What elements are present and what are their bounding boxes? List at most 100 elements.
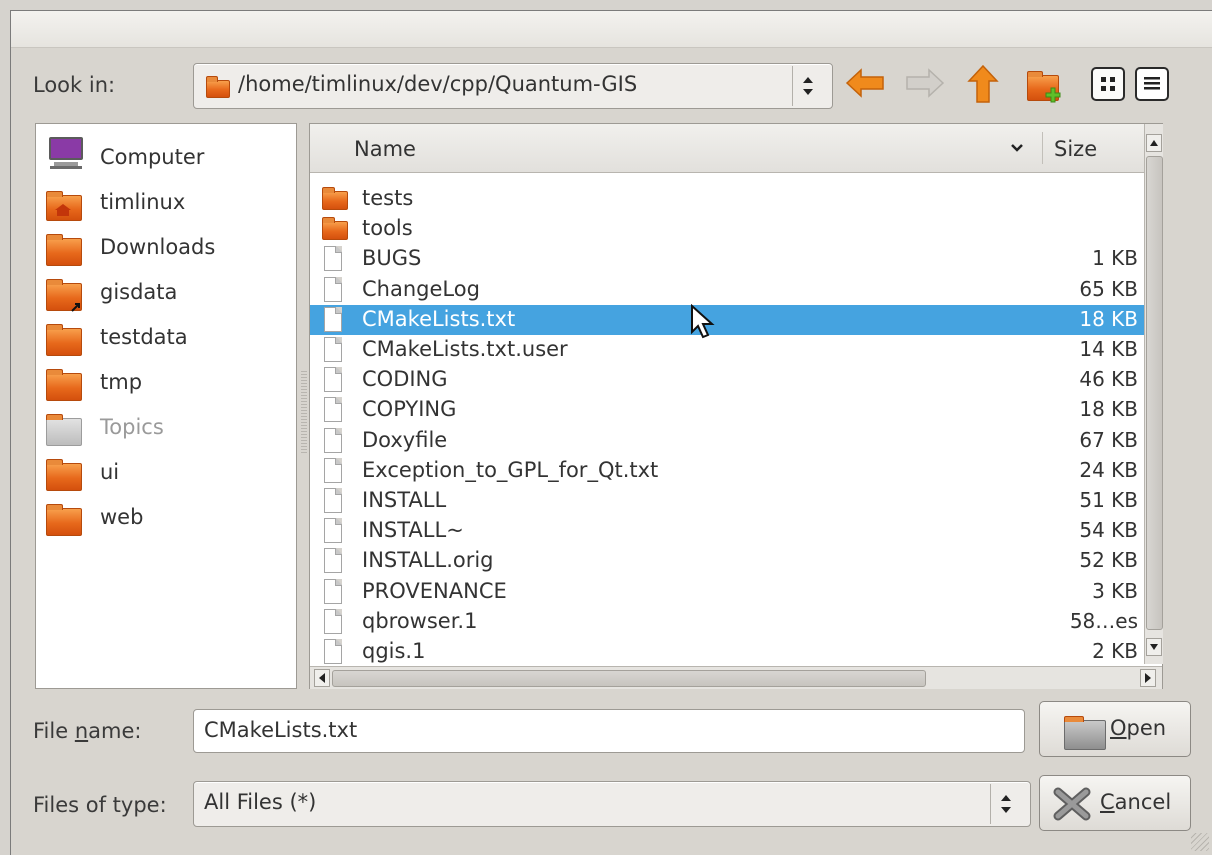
file-name: BUGS bbox=[362, 246, 422, 271]
table-row[interactable]: Exception_to_GPL_for_Qt.txt 24 KB bbox=[310, 456, 1144, 486]
horizontal-scroll-thumb[interactable] bbox=[332, 670, 926, 687]
file-icon bbox=[324, 608, 342, 634]
table-row[interactable]: tools bbox=[310, 214, 1144, 244]
folder-icon bbox=[46, 324, 82, 356]
chevron-down-icon[interactable] bbox=[1010, 143, 1024, 153]
table-row[interactable]: tests bbox=[310, 184, 1144, 214]
splitter-handle[interactable] bbox=[301, 371, 307, 453]
cancel-button[interactable]: Cancel bbox=[1039, 775, 1191, 831]
table-row[interactable]: CODING 46 KB bbox=[310, 365, 1144, 395]
sidebar-item-label: timlinux bbox=[100, 190, 186, 214]
scroll-left-button[interactable] bbox=[314, 669, 330, 687]
sidebar-item-ui[interactable]: ui bbox=[36, 449, 294, 493]
folder-icon bbox=[322, 217, 348, 241]
table-row[interactable]: ChangeLog 65 KB bbox=[310, 275, 1144, 305]
file-name-input[interactable]: CMakeLists.txt bbox=[193, 709, 1025, 753]
column-header-name[interactable]: Name bbox=[354, 137, 416, 161]
file-icon bbox=[324, 246, 342, 272]
file-size: 65 KB bbox=[1079, 276, 1138, 301]
arrow-down-icon bbox=[1001, 807, 1011, 813]
back-button[interactable] bbox=[843, 63, 884, 103]
sidebar-item-topics[interactable]: Topics bbox=[36, 404, 294, 448]
look-in-combo[interactable]: /home/timlinux/dev/cpp/Quantum-GIS bbox=[193, 63, 833, 109]
file-size: 3 KB bbox=[1092, 578, 1138, 603]
mouse-cursor-icon bbox=[691, 304, 715, 339]
file-icon bbox=[324, 367, 342, 393]
horizontal-scrollbar[interactable] bbox=[310, 666, 1162, 689]
arrow-up-icon bbox=[803, 77, 813, 83]
forward-button[interactable] bbox=[903, 63, 945, 103]
file-size: 18 KB bbox=[1079, 306, 1138, 331]
sidebar-item-tmp[interactable]: tmp bbox=[36, 359, 294, 403]
table-row[interactable]: CMakeLists.txt.user 14 KB bbox=[310, 335, 1144, 365]
sidebar-item-timlinux[interactable]: timlinux bbox=[36, 179, 294, 223]
up-arrow-icon bbox=[967, 64, 999, 103]
file-name-value: CMakeLists.txt bbox=[204, 718, 358, 742]
sidebar-item-label: ui bbox=[100, 460, 120, 484]
file-name: CMakeLists.txt bbox=[362, 306, 516, 331]
folder-open-icon bbox=[1064, 716, 1106, 750]
table-row[interactable]: Doxyfile 67 KB bbox=[310, 426, 1144, 456]
table-row[interactable]: COPYING 18 KB bbox=[310, 395, 1144, 425]
file-name: CODING bbox=[362, 367, 448, 392]
link-arrow-icon bbox=[71, 303, 80, 312]
file-icon bbox=[324, 639, 342, 664]
file-size: 54 KB bbox=[1079, 518, 1138, 543]
table-row[interactable]: qgis.1 2 KB bbox=[310, 637, 1144, 667]
column-header-size[interactable]: Size bbox=[1054, 137, 1097, 161]
sidebar-item-computer[interactable]: Computer bbox=[36, 134, 294, 178]
file-name: INSTALL bbox=[362, 488, 447, 512]
scroll-right-button[interactable] bbox=[1140, 669, 1156, 687]
table-row[interactable]: PROVENANCE 3 KB bbox=[310, 577, 1144, 607]
file-name: tools bbox=[362, 216, 413, 241]
sidebar-item-gisdata[interactable]: gisdata bbox=[36, 269, 294, 313]
vertical-scrollbar[interactable] bbox=[1144, 124, 1163, 664]
list-view-button[interactable] bbox=[1091, 67, 1125, 101]
forward-arrow-icon bbox=[906, 68, 945, 98]
vertical-scroll-thumb[interactable] bbox=[1146, 156, 1163, 630]
table-row[interactable]: BUGS 1 KB bbox=[310, 244, 1144, 274]
table-row[interactable]: INSTALL~ 54 KB bbox=[310, 516, 1144, 546]
home-icon bbox=[55, 204, 71, 216]
file-dialog: Look in: /home/timlinux/dev/cpp/Quantum-… bbox=[10, 10, 1212, 855]
folder-disabled-icon bbox=[46, 414, 82, 446]
files-of-type-spin[interactable] bbox=[990, 784, 1019, 824]
new-folder-button[interactable] bbox=[1023, 63, 1061, 103]
sidebar-item-web[interactable]: web bbox=[36, 494, 294, 538]
scroll-down-button[interactable] bbox=[1146, 638, 1162, 656]
file-size: 1 KB bbox=[1092, 246, 1138, 271]
file-size: 18 KB bbox=[1079, 397, 1138, 422]
arrow-up-icon bbox=[1001, 795, 1011, 801]
file-list-header: Name Size bbox=[310, 124, 1144, 173]
table-row[interactable]: INSTALL.orig 52 KB bbox=[310, 546, 1144, 576]
folder-icon bbox=[46, 504, 82, 536]
detail-view-button[interactable] bbox=[1135, 67, 1169, 101]
sidebar-item-downloads[interactable]: Downloads bbox=[36, 224, 294, 268]
folder-icon bbox=[206, 76, 230, 98]
table-row[interactable]: INSTALL 51 KB bbox=[310, 486, 1144, 516]
files-of-type-combo[interactable]: All Files (*) bbox=[193, 781, 1031, 827]
cancel-x-icon bbox=[1053, 787, 1091, 821]
file-name: COPYING bbox=[362, 397, 457, 422]
look-in-label: Look in: bbox=[33, 73, 116, 97]
open-button-label: Open bbox=[1110, 716, 1167, 740]
scroll-up-button[interactable] bbox=[1146, 134, 1162, 152]
file-name: Doxyfile bbox=[362, 427, 448, 452]
file-icon bbox=[324, 306, 342, 332]
title-bar[interactable] bbox=[11, 11, 1212, 48]
sidebar-item-label: testdata bbox=[100, 325, 188, 349]
file-icon bbox=[324, 548, 342, 574]
sidebar-item-testdata[interactable]: testdata bbox=[36, 314, 294, 358]
file-icon bbox=[324, 397, 342, 423]
sidebar-item-label: tmp bbox=[100, 370, 143, 394]
look-in-spin[interactable] bbox=[792, 66, 821, 106]
file-name: qbrowser.1 bbox=[362, 608, 478, 633]
up-button[interactable] bbox=[963, 63, 1001, 103]
scroll-down-icon bbox=[1150, 644, 1158, 650]
table-row[interactable]: qbrowser.1 58…es bbox=[310, 607, 1144, 637]
open-button[interactable]: Open bbox=[1039, 701, 1191, 757]
file-name: INSTALL~ bbox=[362, 518, 464, 543]
resize-grip[interactable] bbox=[1191, 833, 1209, 851]
back-arrow-icon bbox=[845, 68, 884, 98]
table-row-selected[interactable]: CMakeLists.txt 18 KB bbox=[310, 304, 1144, 335]
